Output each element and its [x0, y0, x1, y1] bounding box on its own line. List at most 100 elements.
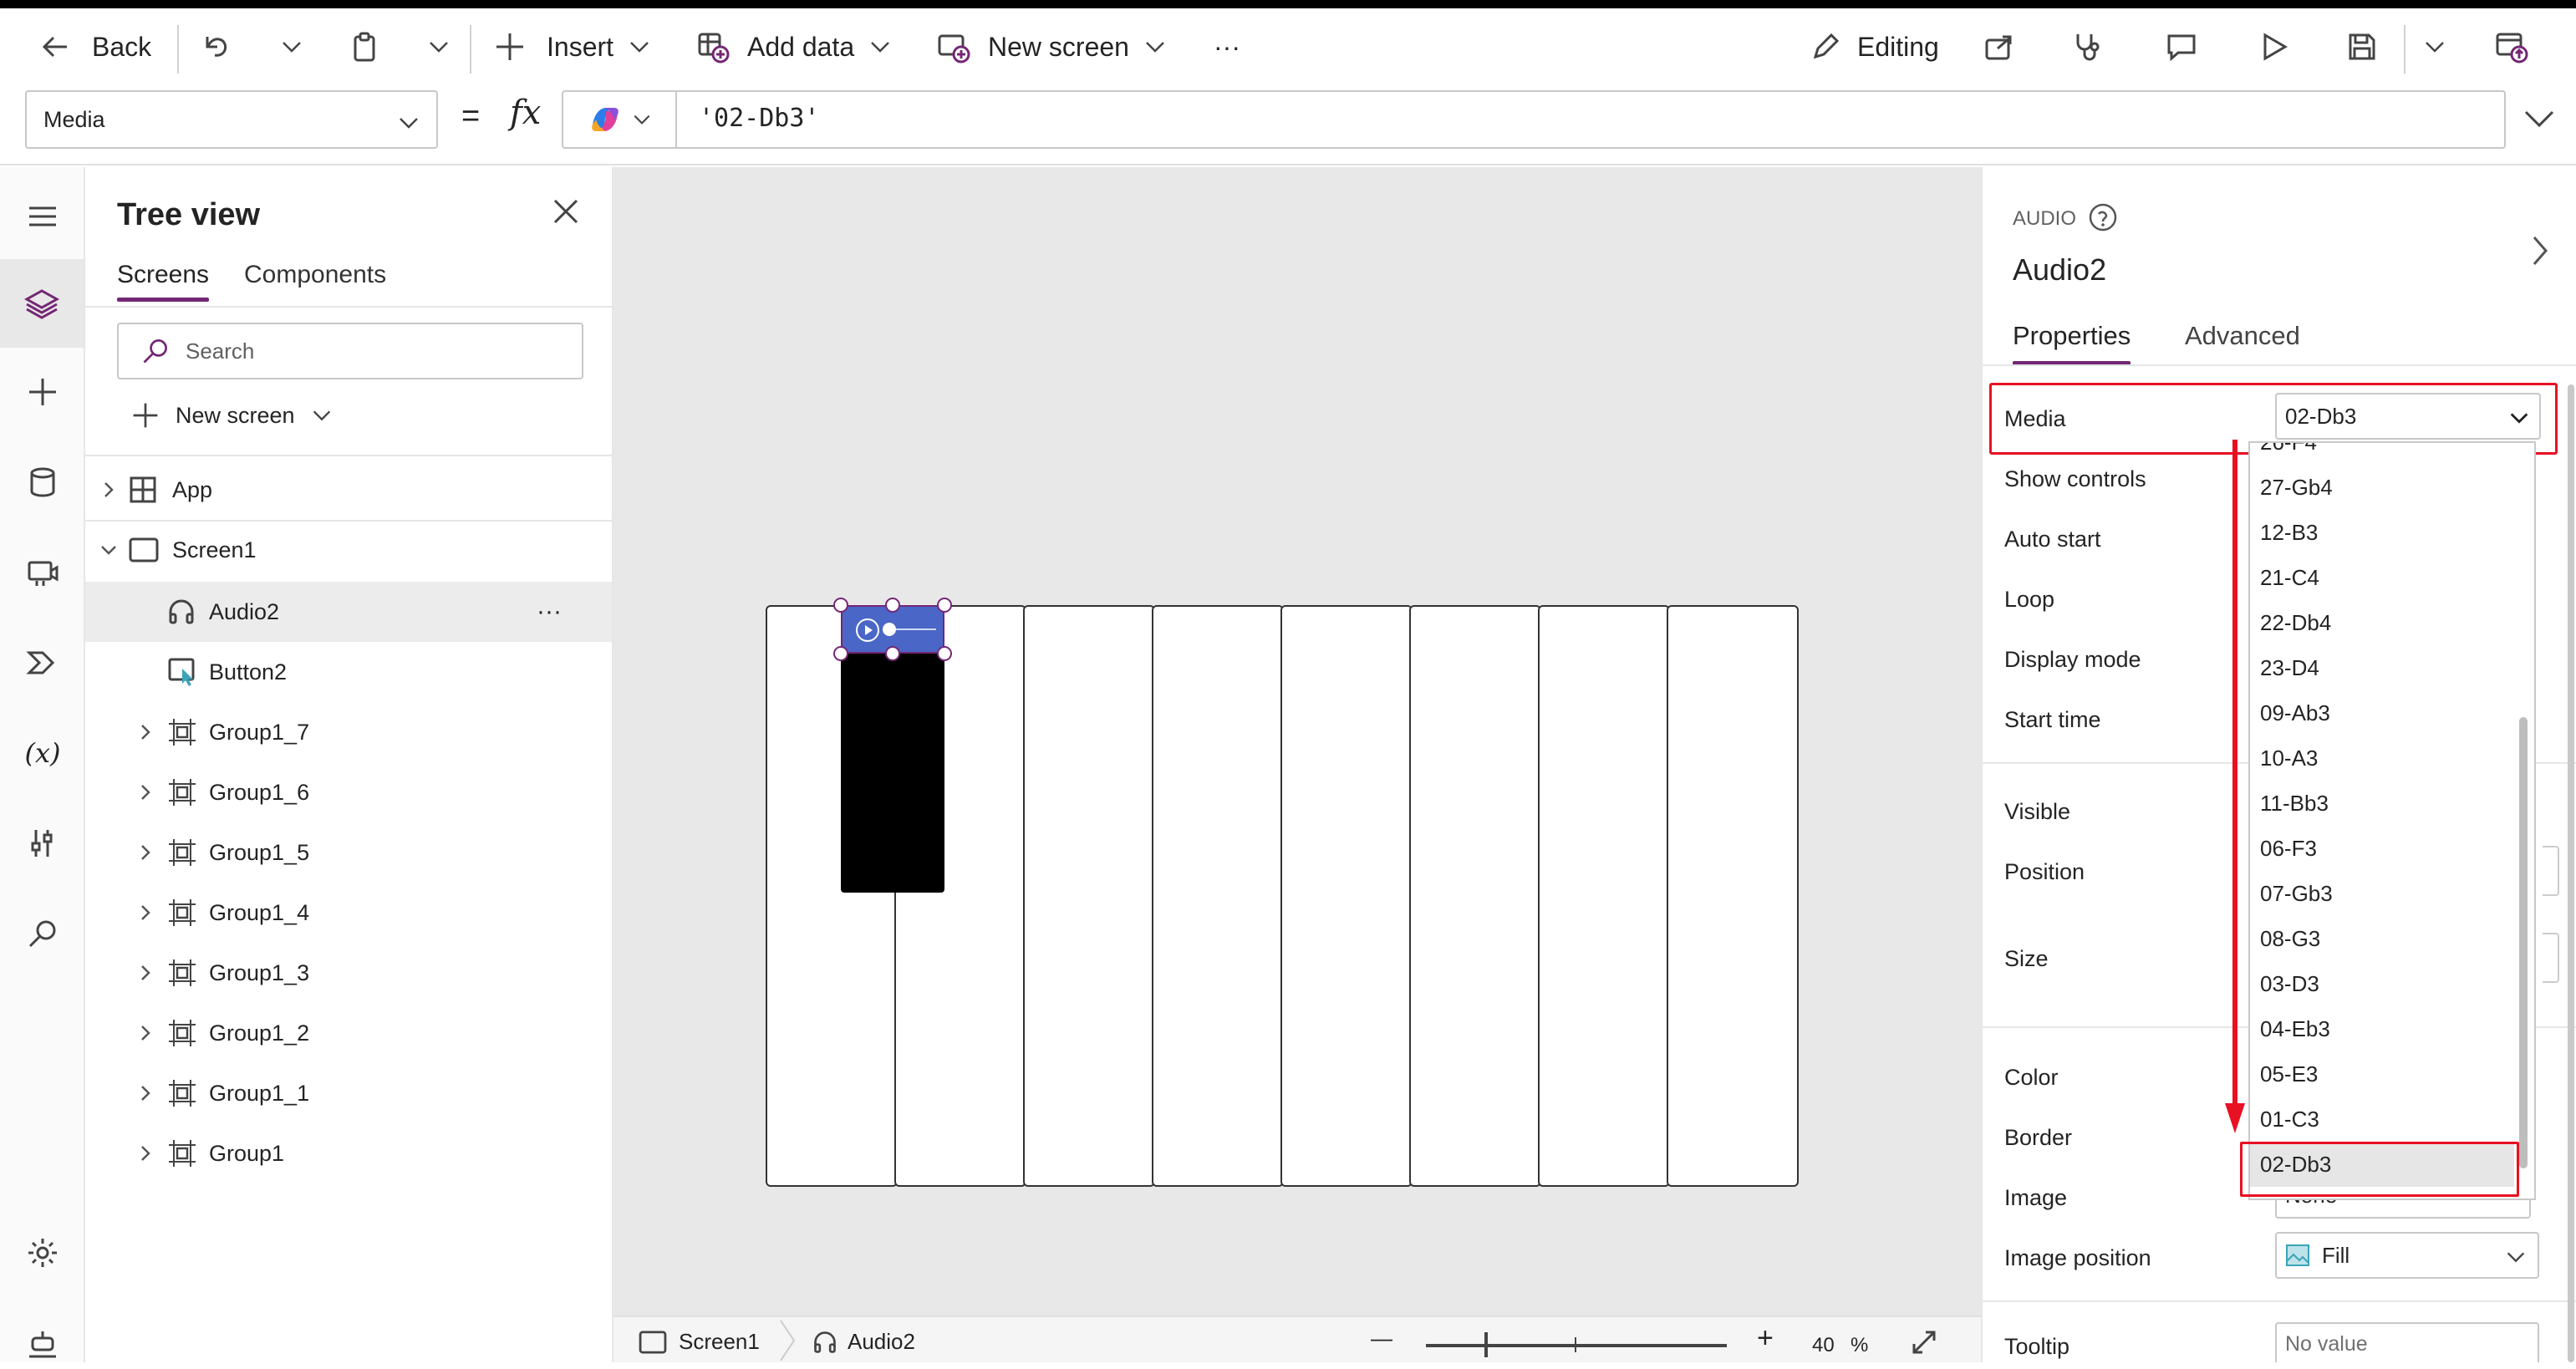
save-dropdown[interactable]: [2422, 8, 2447, 85]
more-commands-button[interactable]: ···: [1214, 8, 1240, 85]
preview-button[interactable]: [2257, 8, 2290, 85]
tree-item-audio2[interactable]: Audio2 ···: [85, 582, 612, 642]
white-key[interactable]: [1023, 605, 1155, 1187]
white-key[interactable]: [1152, 605, 1284, 1187]
resize-handle[interactable]: [937, 598, 952, 613]
chevron-right-icon[interactable]: [2528, 232, 2553, 269]
dropdown-scrollbar-thumb[interactable]: [2519, 717, 2528, 1168]
resize-handle[interactable]: [885, 646, 900, 661]
dropdown-option[interactable]: 08-G3: [2250, 916, 2514, 961]
help-icon[interactable]: [2088, 202, 2118, 232]
close-tree-view-button[interactable]: [552, 197, 580, 230]
dropdown-option[interactable]: 26-F4: [2250, 443, 2514, 465]
white-key[interactable]: [1409, 605, 1541, 1187]
position-input-edge[interactable]: [2543, 846, 2559, 896]
tree-search-input[interactable]: Search: [117, 323, 583, 379]
tab-properties[interactable]: Properties: [2013, 321, 2131, 365]
insert-rail-item[interactable]: [18, 368, 67, 416]
expand-formula-button[interactable]: [2523, 105, 2556, 135]
dropdown-option[interactable]: 10-A3: [2250, 735, 2514, 781]
zoom-out-button[interactable]: —: [1371, 1326, 1392, 1351]
dropdown-option[interactable]: 06-F3: [2250, 826, 2514, 871]
dropdown-option[interactable]: 01-C3: [2250, 1097, 2514, 1142]
hamburger-button[interactable]: [18, 192, 67, 241]
tree-item-group[interactable]: Group1_1: [85, 1063, 612, 1123]
tree-item-group[interactable]: Group1_2: [85, 1003, 612, 1063]
paste-button[interactable]: [349, 8, 383, 85]
tree-item-group[interactable]: Group1_4: [85, 883, 612, 943]
tree-item-group[interactable]: Group1_3: [85, 943, 612, 1003]
white-key[interactable]: [1538, 605, 1670, 1187]
dropdown-option[interactable]: 05-E3: [2250, 1051, 2514, 1097]
dropdown-option[interactable]: 27-Gb4: [2250, 465, 2514, 510]
dropdown-option[interactable]: 03-D3: [2250, 961, 2514, 1006]
back-button[interactable]: Back: [38, 8, 151, 85]
more-options-button[interactable]: ···: [537, 598, 562, 626]
tab-components[interactable]: Components: [244, 261, 386, 289]
chevron-down-icon: [2426, 42, 2444, 53]
zoom-slider-track[interactable]: [1426, 1344, 1727, 1347]
publish-button[interactable]: [2494, 8, 2529, 85]
zoom-in-button[interactable]: +: [1757, 1322, 1774, 1355]
app-checker-button[interactable]: [2071, 8, 2105, 85]
search-rail-item[interactable]: [18, 909, 67, 958]
tooltip-input[interactable]: No value: [2275, 1322, 2539, 1362]
save-button[interactable]: [2345, 8, 2379, 85]
undo-dropdown[interactable]: [279, 8, 304, 85]
resize-handle[interactable]: [833, 646, 848, 661]
share-button[interactable]: [1983, 8, 2016, 85]
dropdown-option[interactable]: 23-D4: [2250, 645, 2514, 690]
tree-item-group[interactable]: Group1_6: [85, 762, 612, 822]
dropdown-option[interactable]: 22-Db4: [2250, 600, 2514, 645]
tree-item-app[interactable]: App: [85, 460, 612, 520]
dropdown-option[interactable]: 04-Eb3: [2250, 1006, 2514, 1051]
formula-input[interactable]: '02-Db3': [562, 90, 2506, 149]
add-data-button[interactable]: Add data: [695, 8, 893, 85]
resize-handle[interactable]: [885, 598, 900, 613]
resize-handle[interactable]: [833, 598, 848, 613]
copilot-button[interactable]: [563, 92, 677, 147]
tab-advanced[interactable]: Advanced: [2185, 321, 2300, 351]
insert-button[interactable]: Insert: [493, 8, 652, 85]
size-input-edge[interactable]: [2543, 933, 2559, 983]
tree-item-group[interactable]: Group1_7: [85, 702, 612, 762]
power-automate-rail-item[interactable]: [18, 639, 67, 687]
tree-view-rail-item[interactable]: [0, 259, 84, 348]
advanced-tools-rail-item[interactable]: [18, 819, 67, 868]
dropdown-option[interactable]: 11-Bb3: [2250, 781, 2514, 826]
dropdown-option[interactable]: 21-C4: [2250, 555, 2514, 600]
variables-rail-item[interactable]: (x): [18, 729, 67, 777]
settings-rail-item[interactable]: [18, 1229, 67, 1277]
media-dropdown-list[interactable]: 26-F4 27-Gb4 12-B3 21-C4 22-Db4 23-D4 09…: [2248, 441, 2536, 1200]
white-key[interactable]: [1667, 605, 1799, 1187]
comments-button[interactable]: [2165, 8, 2198, 85]
new-screen-tree-button[interactable]: New screen: [130, 394, 333, 436]
white-key[interactable]: [1280, 605, 1413, 1187]
dropdown-option[interactable]: 07-Gb3: [2250, 871, 2514, 916]
breadcrumb-screen[interactable]: Screen1: [639, 1329, 760, 1355]
tree-item-screen1[interactable]: Screen1: [85, 520, 612, 580]
design-canvas[interactable]: [613, 167, 1981, 1319]
dropdown-option[interactable]: 12-B3: [2250, 510, 2514, 555]
tree-item-group[interactable]: Group1_5: [85, 822, 612, 883]
audio-scrubber-thumb[interactable]: [883, 623, 896, 636]
breadcrumb-control[interactable]: Audio2: [812, 1329, 915, 1355]
virtual-agent-rail-item[interactable]: [18, 1321, 67, 1369]
tab-screens[interactable]: Screens: [117, 261, 210, 302]
resize-handle[interactable]: [937, 646, 952, 661]
tree-item-group[interactable]: Group1: [85, 1123, 612, 1183]
property-selector[interactable]: Media: [25, 90, 438, 149]
tree-item-button2[interactable]: Button2: [85, 642, 612, 702]
panel-scrollbar[interactable]: [2568, 384, 2574, 1362]
dropdown-option[interactable]: 09-Ab3: [2250, 690, 2514, 735]
undo-button[interactable]: [199, 8, 232, 85]
image-position-select[interactable]: Fill: [2275, 1232, 2539, 1279]
data-rail-item[interactable]: [18, 458, 67, 506]
new-screen-button[interactable]: New screen: [936, 8, 1168, 85]
fit-to-window-icon[interactable]: [1909, 1327, 1939, 1357]
media-rail-item[interactable]: [18, 548, 67, 597]
black-key[interactable]: [841, 654, 944, 893]
editing-button[interactable]: Editing: [1809, 8, 1939, 85]
paste-dropdown[interactable]: [426, 8, 451, 85]
zoom-slider-thumb[interactable]: [1484, 1332, 1488, 1357]
